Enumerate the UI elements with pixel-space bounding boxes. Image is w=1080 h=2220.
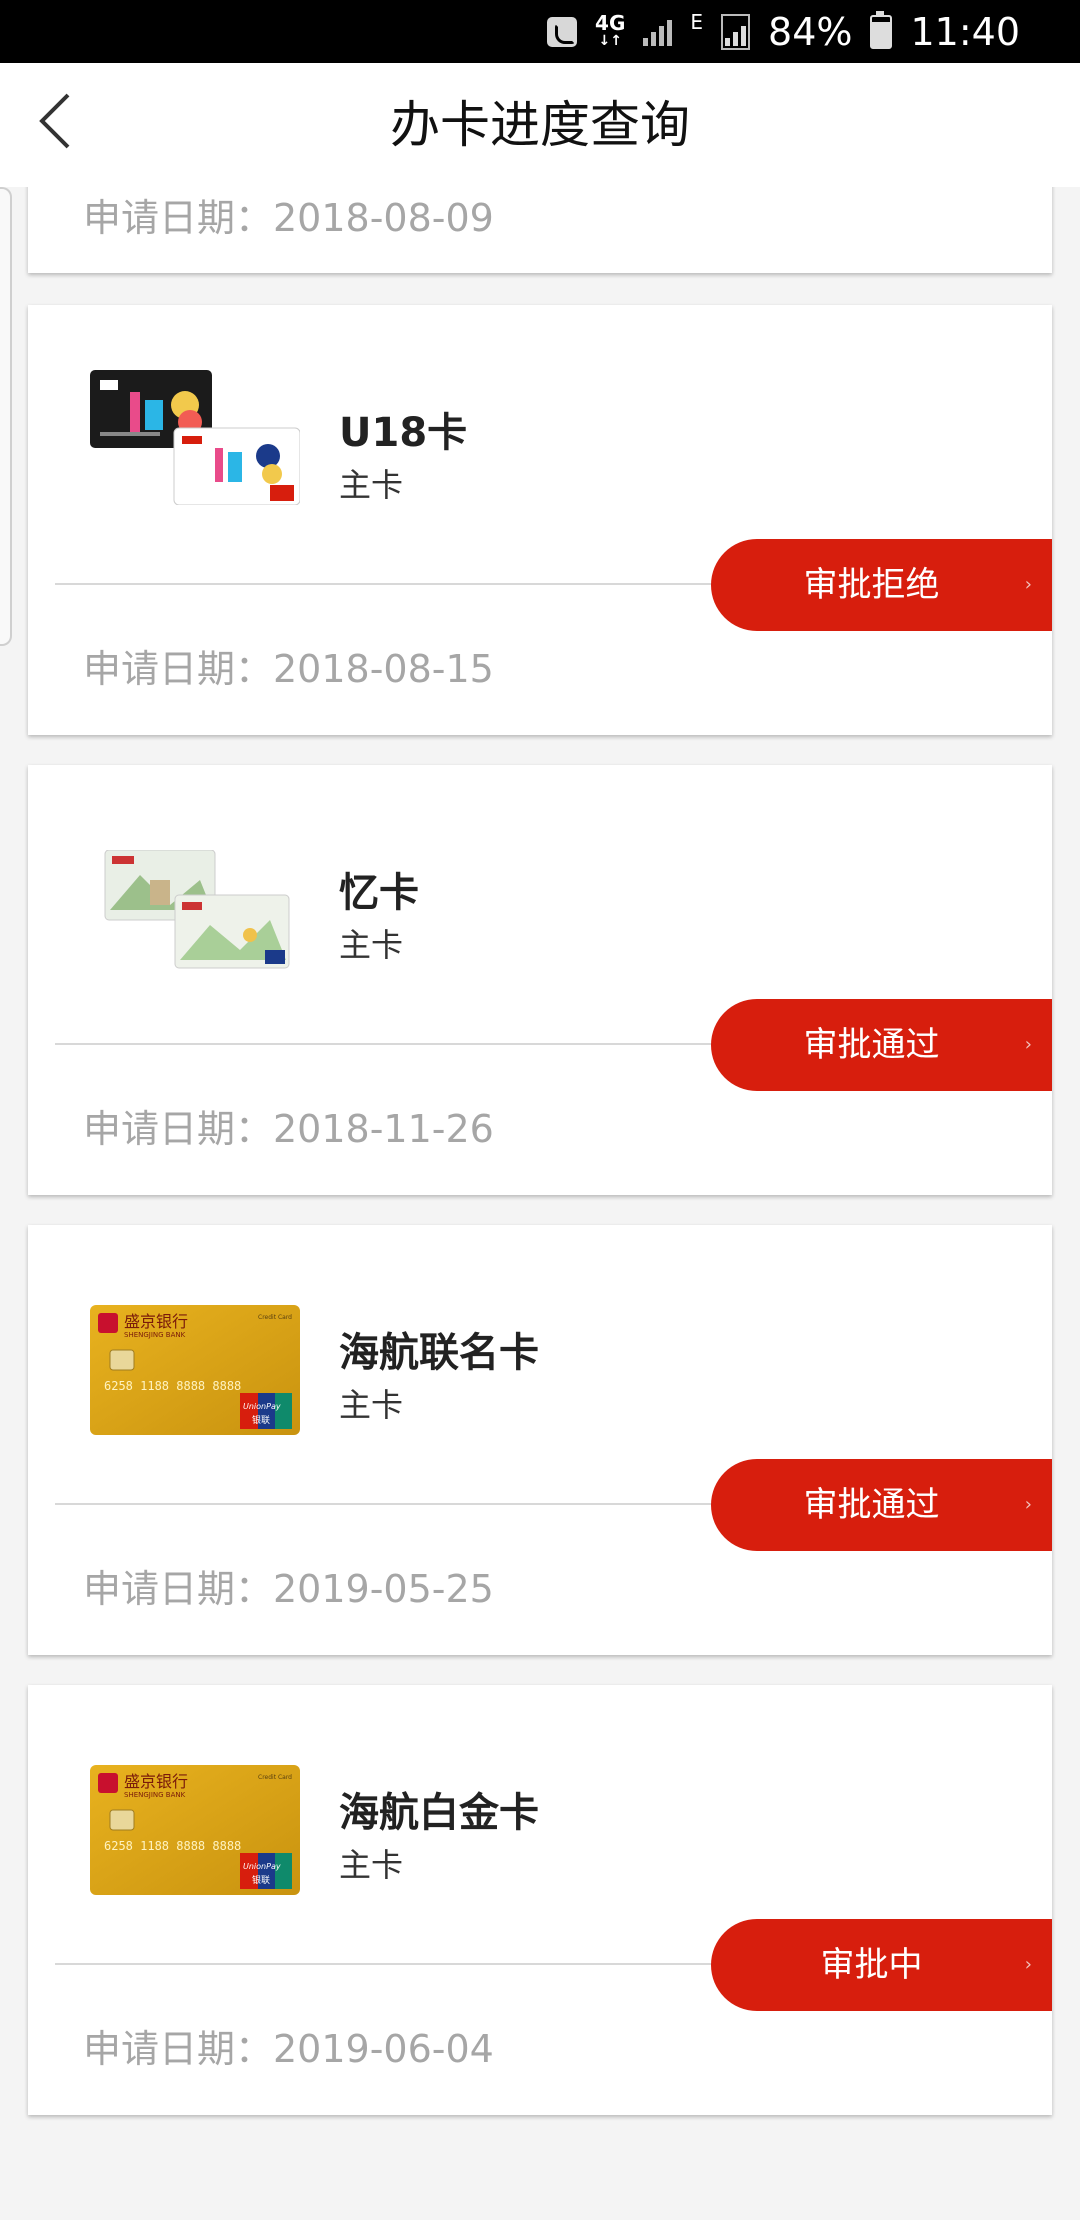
network-label: 4G: [595, 10, 626, 35]
card-name: U18卡: [339, 410, 468, 456]
card-image: [90, 849, 300, 985]
clock-time: 11:40: [910, 9, 1020, 54]
chevron-right-icon: ›: [1024, 574, 1032, 595]
app-header: 办卡进度查询: [0, 63, 1080, 187]
chevron-right-icon: ›: [1024, 1034, 1032, 1055]
application-card[interactable]: 盛京银行 SHENGJING BANK Credit Card 6258 118…: [28, 1225, 1052, 1655]
status-label: 审批拒绝: [803, 565, 940, 605]
chevron-right-icon: ›: [1024, 1494, 1032, 1515]
chevron-left-icon: [39, 93, 70, 149]
application-date: 申请日期：2018-08-09: [83, 196, 494, 240]
signal-icon: [643, 18, 673, 46]
unionpay-cn-label: 银联: [252, 1874, 270, 1886]
card-image: 盛京银行 SHENGJING BANK Credit Card 6258 118…: [90, 1765, 300, 1895]
status-button[interactable]: 审批中 ›: [711, 1919, 1052, 2011]
status-label: 审批中: [820, 1945, 923, 1985]
application-date: 申请日期：2018-11-26: [83, 1107, 494, 1151]
card-image: 盛京银行 SHENGJING BANK Credit Card 6258 118…: [90, 1305, 300, 1435]
application-list[interactable]: 申请日期：2018-08-09 U18卡 主卡 审批拒绝 › 申请日期：2018…: [0, 187, 1080, 2220]
battery-icon: [870, 10, 893, 49]
card-number: 6258 1188 8888 8888: [104, 1379, 241, 1393]
unionpay-label: UnionPay: [243, 1402, 281, 1411]
battery-percent: 84%: [768, 9, 853, 54]
unionpay-cn-label: 银联: [252, 1414, 270, 1426]
page-title: 办卡进度查询: [390, 96, 690, 154]
network-indicator: 4G ↓↑: [595, 10, 626, 50]
bank-name-en: SHENGJING BANK: [124, 1331, 186, 1339]
card-name: 海航联名卡: [339, 1330, 539, 1376]
application-card[interactable]: 忆卡 主卡 审批通过 › 申请日期：2018-11-26: [28, 765, 1052, 1195]
divider: [55, 1503, 713, 1505]
status-label: 审批通过: [803, 1485, 940, 1525]
bank-name: 盛京银行: [124, 1772, 188, 1791]
application-card-partial[interactable]: 申请日期：2018-08-09: [28, 187, 1052, 273]
card-number: 6258 1188 8888 8888: [104, 1839, 241, 1853]
divider: [55, 1963, 713, 1965]
card-name: 海航白金卡: [339, 1790, 539, 1836]
card-type: 主卡: [339, 926, 404, 964]
application-date: 申请日期：2019-05-25: [83, 1567, 494, 1611]
application-card[interactable]: U18卡 主卡 审批拒绝 › 申请日期：2018-08-15: [28, 305, 1052, 735]
phone-icon: [547, 16, 578, 47]
status-bar: 4G ↓↑ E 84% 11:40: [0, 0, 1080, 63]
divider: [55, 583, 713, 585]
back-button[interactable]: [30, 91, 90, 151]
bank-name: 盛京银行: [124, 1312, 188, 1331]
edge-panel-handle[interactable]: [0, 187, 12, 646]
signal-icon: [721, 13, 751, 50]
status-button[interactable]: 审批通过 ›: [711, 999, 1052, 1091]
card-image: [90, 370, 301, 506]
unionpay-label: UnionPay: [243, 1862, 281, 1871]
status-button[interactable]: 审批拒绝 ›: [711, 539, 1052, 631]
chevron-right-icon: ›: [1024, 1954, 1032, 1975]
card-label: Credit Card: [258, 1774, 292, 1781]
card-type: 主卡: [339, 1386, 404, 1424]
network-type-label: E: [690, 10, 704, 34]
bank-name-en: SHENGJING BANK: [124, 1791, 186, 1799]
status-button[interactable]: 审批通过 ›: [711, 1459, 1052, 1551]
card-type: 主卡: [339, 466, 404, 504]
status-label: 审批通过: [803, 1025, 940, 1065]
card-name: 忆卡: [339, 870, 419, 916]
application-date: 申请日期：2018-08-15: [83, 647, 494, 691]
card-label: Credit Card: [258, 1314, 292, 1321]
data-arrows: ↓↑: [598, 32, 622, 49]
application-date: 申请日期：2019-06-04: [83, 2027, 494, 2071]
card-type: 主卡: [339, 1846, 404, 1884]
divider: [55, 1043, 713, 1045]
application-card[interactable]: 盛京银行 SHENGJING BANK Credit Card 6258 118…: [28, 1685, 1052, 2115]
